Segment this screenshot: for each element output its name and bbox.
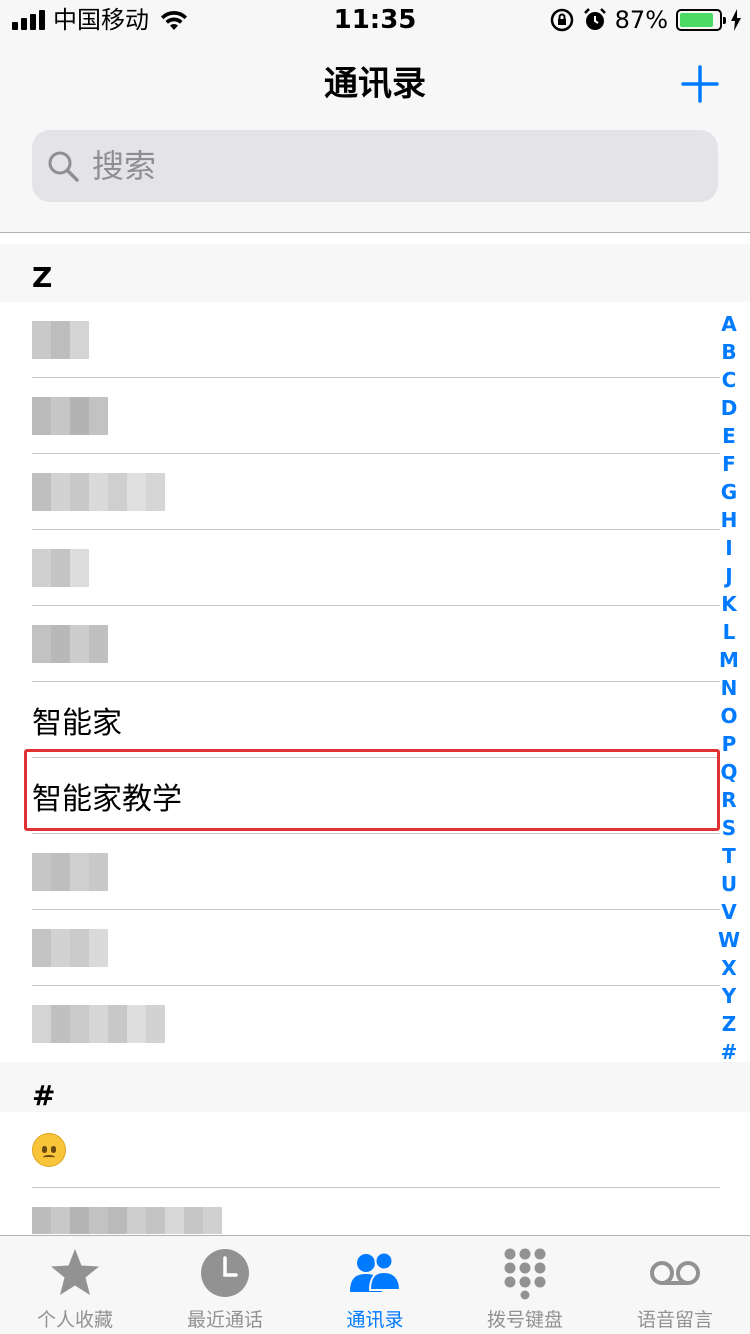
index-letter[interactable]: R <box>721 786 736 814</box>
page-title: 通讯录 <box>324 64 426 104</box>
tab-contacts[interactable]: 通讯录 <box>300 1236 450 1334</box>
tab-recents[interactable]: 最近通话 <box>150 1236 300 1334</box>
index-letter[interactable]: H <box>721 506 738 534</box>
contact-name: 智能家教学 <box>32 782 182 817</box>
section-index-bar[interactable]: A B C D E F G H I J K L M N O P Q R S T U V W X Y Z # <box>714 310 744 1066</box>
index-letter[interactable]: F <box>722 450 736 478</box>
alarm-icon <box>583 8 606 30</box>
navigation-header: 通讯录 <box>0 40 750 233</box>
tab-label: 拨号键盘 <box>486 1309 563 1331</box>
contact-row[interactable] <box>0 986 750 1062</box>
contact-row[interactable] <box>0 606 750 682</box>
obscured-name <box>32 1005 165 1043</box>
battery-icon <box>676 9 726 31</box>
index-letter[interactable]: I <box>725 534 732 562</box>
index-letter[interactable]: D <box>721 394 738 422</box>
index-letter[interactable]: V <box>721 898 736 926</box>
index-letter[interactable]: A <box>721 310 736 338</box>
index-letter[interactable]: C <box>722 366 737 394</box>
index-letter[interactable]: P <box>722 730 737 758</box>
tab-label: 通讯录 <box>346 1309 404 1331</box>
contact-row[interactable] <box>0 378 750 454</box>
battery-fill <box>680 13 714 27</box>
contact-name: 智能家 <box>32 706 122 741</box>
contact-row-zhinengjia-jiaoxue[interactable]: 智能家教学 <box>0 758 750 834</box>
obscured-name <box>32 929 108 967</box>
battery-percent: 87% <box>614 6 668 34</box>
clock-icon <box>201 1249 249 1297</box>
index-letter[interactable]: M <box>719 646 739 674</box>
tab-label: 语音留言 <box>636 1309 713 1331</box>
search-bar[interactable] <box>32 130 718 202</box>
index-letter[interactable]: T <box>722 842 736 870</box>
status-right: 87% <box>549 6 742 34</box>
contact-row[interactable] <box>0 302 750 378</box>
rotation-lock-icon <box>550 8 573 32</box>
keypad-icon <box>504 1248 546 1300</box>
status-bar: 中国移动 11:35 87% <box>0 0 750 40</box>
tab-label: 最近通话 <box>186 1309 263 1331</box>
index-letter[interactable]: J <box>725 562 732 590</box>
contact-row[interactable] <box>0 834 750 910</box>
obscured-name <box>32 853 108 891</box>
index-letter[interactable]: X <box>721 954 736 982</box>
index-letter[interactable]: G <box>721 478 737 506</box>
index-letter[interactable]: Q <box>720 758 737 786</box>
index-letter[interactable]: N <box>721 674 738 702</box>
contact-row[interactable] <box>0 530 750 606</box>
search-input[interactable] <box>92 147 652 185</box>
obscured-name <box>32 473 165 511</box>
index-letter[interactable]: B <box>721 338 736 366</box>
contact-list[interactable]: Z 智能家 智能家教学 # <box>0 234 750 1234</box>
search-icon <box>48 151 79 182</box>
plus-icon[interactable] <box>680 64 720 104</box>
contact-row[interactable] <box>0 454 750 530</box>
index-letter[interactable]: U <box>721 870 737 898</box>
tab-keypad[interactable]: 拨号键盘 <box>450 1236 600 1334</box>
index-letter[interactable]: O <box>720 702 737 730</box>
obscured-name <box>32 397 108 435</box>
obscured-name <box>32 1207 222 1234</box>
voicemail-icon <box>650 1261 700 1285</box>
obscured-name <box>32 625 108 663</box>
index-letter[interactable]: E <box>722 422 736 450</box>
tab-voicemail[interactable]: 语音留言 <box>600 1236 750 1334</box>
obscured-name <box>32 321 89 359</box>
obscured-name <box>32 549 89 587</box>
contact-row-emoji[interactable] <box>0 1112 750 1188</box>
index-letter[interactable]: L <box>723 618 736 646</box>
index-letter[interactable]: K <box>721 590 737 618</box>
index-letter[interactable]: Z <box>722 1010 737 1038</box>
contacts-icon <box>350 1251 402 1292</box>
contact-row[interactable] <box>0 910 750 986</box>
contact-row[interactable] <box>0 1188 750 1234</box>
tab-label: 个人收藏 <box>36 1309 113 1331</box>
index-letter[interactable]: S <box>722 814 736 842</box>
contact-row-zhinengjia[interactable]: 智能家 <box>0 682 750 758</box>
tab-favorites[interactable]: 个人收藏 <box>0 1236 150 1334</box>
charging-icon <box>731 9 741 31</box>
index-letter[interactable]: # <box>721 1038 738 1066</box>
tab-bar: 个人收藏 最近通话 通讯录 拨号键盘 语音留言 <box>0 1235 750 1334</box>
star-icon <box>51 1249 99 1295</box>
index-letter[interactable]: W <box>718 926 740 954</box>
index-letter[interactable]: Y <box>722 982 736 1010</box>
upside-down-face-emoji <box>32 1133 66 1167</box>
